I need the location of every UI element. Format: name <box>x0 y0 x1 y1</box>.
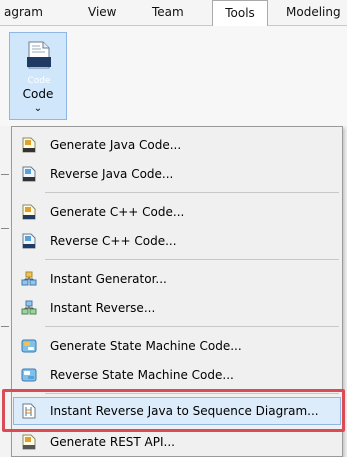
chevron-down-icon: ⌄ <box>33 103 43 114</box>
tab-tools[interactable]: Tools <box>212 0 268 26</box>
highlight-annotation-box <box>2 389 345 432</box>
edge-tick <box>1 228 9 229</box>
menu-separator <box>45 326 339 327</box>
menu-item-generate-rest-api[interactable]: Generate REST API... <box>13 428 341 456</box>
menu-item-label: Reverse C++ Code... <box>50 234 177 248</box>
edge-tick <box>1 326 9 327</box>
tab-team[interactable]: Team <box>152 0 184 25</box>
menu-item-reverse-java[interactable]: Reverse Java Code... <box>13 160 341 188</box>
menu-item-instant-reverse[interactable]: Instant Reverse... <box>13 294 341 322</box>
cpp-generate-icon <box>22 204 36 220</box>
tab-modeling[interactable]: Modeling <box>286 0 341 25</box>
menu-separator <box>45 192 339 193</box>
menu-item-generate-java[interactable]: Generate Java Code... <box>13 131 341 159</box>
menu-item-reverse-cpp[interactable]: Reverse C++ Code... <box>13 227 341 255</box>
menu-item-label: Generate REST API... <box>50 435 175 449</box>
code-dropdown-button[interactable]: Code Code ⌄ <box>9 32 67 120</box>
menu-item-label: Reverse State Machine Code... <box>50 368 234 382</box>
menu-item-instant-generator[interactable]: Instant Generator... <box>13 265 341 293</box>
code-icon-text: Code <box>27 76 51 86</box>
menu-item-label: Generate C++ Code... <box>50 205 185 219</box>
tab-diagram[interactable]: agram <box>4 0 43 25</box>
tab-view[interactable]: View <box>88 0 116 25</box>
menu-item-generate-state-machine[interactable]: Generate State Machine Code... <box>13 332 341 360</box>
instant-reverse-icon <box>21 300 37 315</box>
cpp-reverse-icon <box>22 233 36 249</box>
java-generate-icon <box>22 137 36 153</box>
instant-generator-icon <box>21 271 37 286</box>
menu-item-label: Instant Reverse... <box>50 301 156 315</box>
menu-item-label: Instant Generator... <box>50 272 167 286</box>
menu-separator <box>45 259 339 260</box>
tools-ribbon: Code Code ⌄ <box>0 26 347 126</box>
code-button-label: Code <box>22 87 54 101</box>
menu-item-generate-cpp[interactable]: Generate C++ Code... <box>13 198 341 226</box>
java-reverse-icon <box>22 166 36 182</box>
rest-api-icon <box>22 434 36 450</box>
state-machine-generate-icon <box>21 339 37 353</box>
menu-item-label: Generate State Machine Code... <box>50 339 242 353</box>
menu-item-reverse-state-machine[interactable]: Reverse State Machine Code... <box>13 361 341 389</box>
state-machine-reverse-icon <box>21 368 37 382</box>
edge-tick <box>1 174 9 175</box>
menu-item-label: Generate Java Code... <box>50 138 182 152</box>
ribbon-tab-bar: agram View Team Tools Modeling <box>0 0 347 26</box>
code-file-icon <box>27 41 51 69</box>
menu-item-label: Reverse Java Code... <box>50 167 174 181</box>
